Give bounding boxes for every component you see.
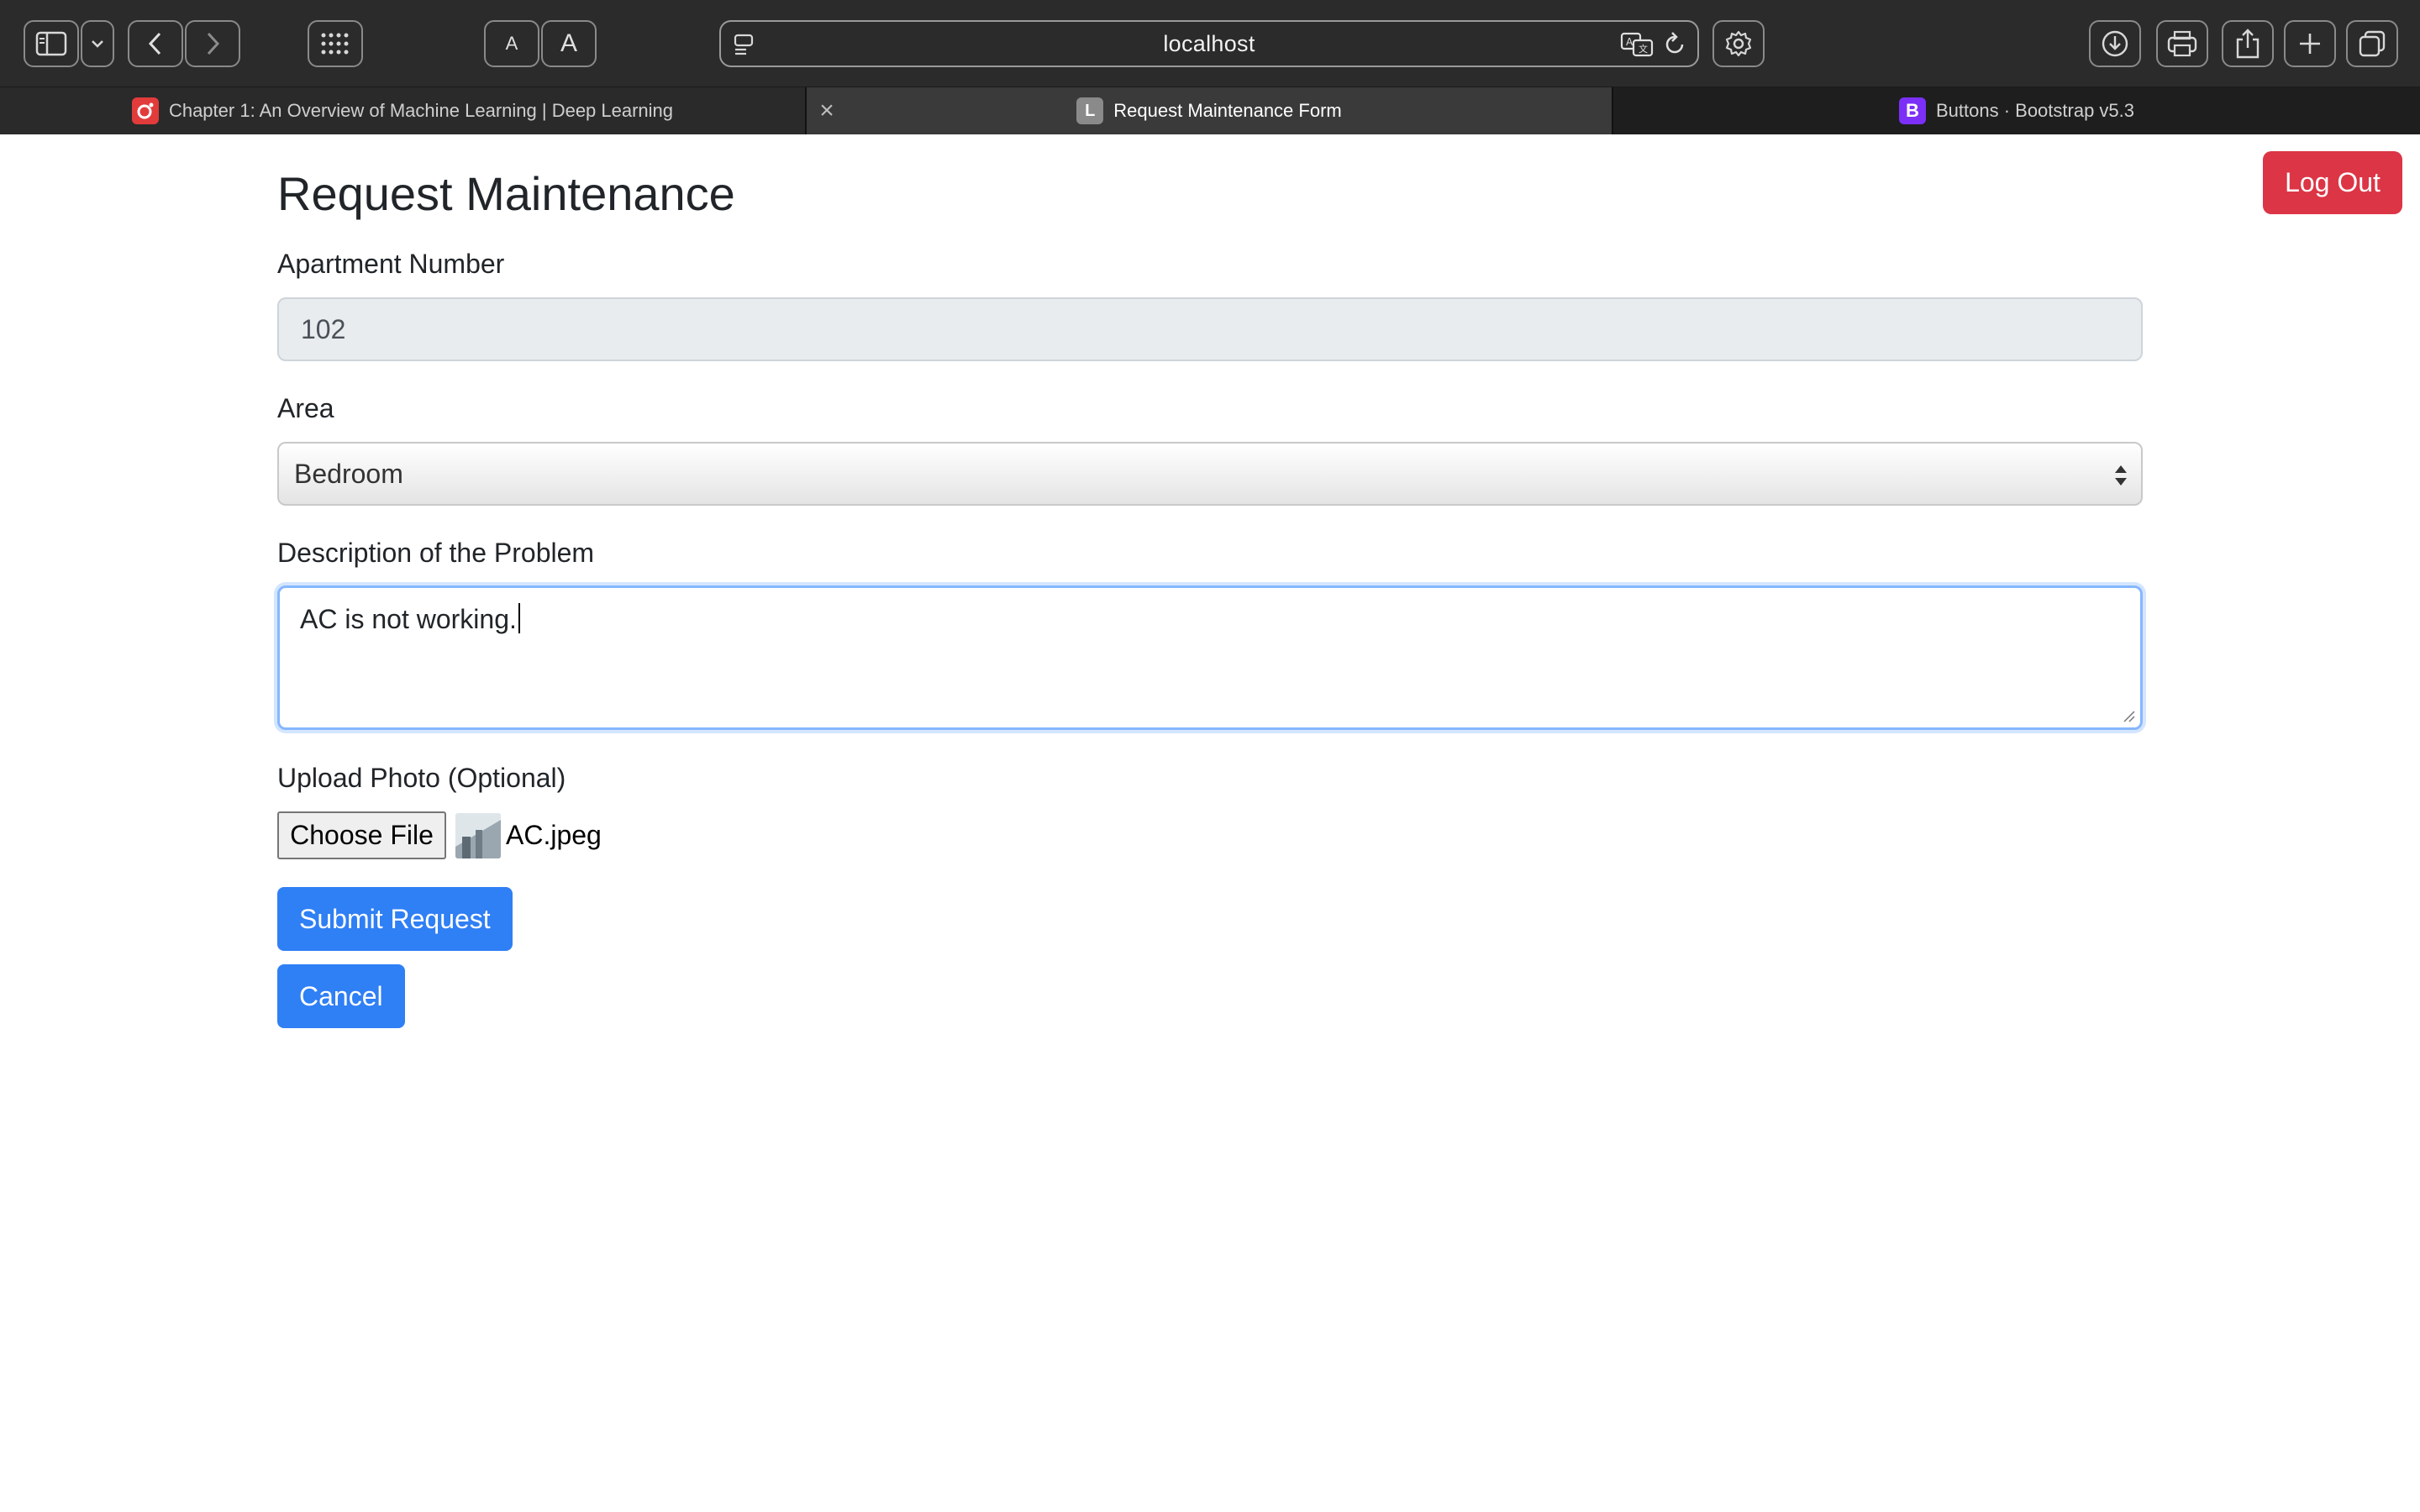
sidebar-menu-button[interactable] [81,20,114,67]
sidebar-toggle-button[interactable] [24,20,79,67]
form-container: Request Maintenance [277,168,2143,220]
settings-button[interactable] [1712,20,1765,67]
svg-text:A: A [1626,36,1634,48]
address-bar[interactable]: localhost A 文 [719,20,1699,67]
tab-request-maintenance[interactable]: L Request Maintenance Form [807,87,1612,134]
area-label: Area [277,393,334,423]
gear-icon [1725,30,1752,57]
description-label: Description of the Problem [277,538,595,568]
back-icon [148,32,161,55]
forward-button[interactable] [185,20,240,67]
tab-strip: Chapter 1: An Overview of Machine Learni… [0,87,2420,134]
reload-icon[interactable] [1662,31,1687,58]
tab-title: Chapter 1: An Overview of Machine Learni… [168,100,674,121]
font-decrease-button[interactable]: A [484,20,539,67]
cancel-button[interactable]: Cancel [277,964,405,1028]
forward-icon [207,32,220,55]
download-icon [2102,30,2128,57]
page-title: Request Maintenance [277,167,735,220]
resize-grip-icon[interactable] [2122,709,2135,722]
grid-icon [321,33,349,55]
area-selected-value: Bedroom [294,458,403,489]
tab-bootstrap-buttons[interactable]: B Buttons · Bootstrap v5.3 [1613,87,2420,134]
address-text: localhost [1163,30,1255,56]
font-increase-button[interactable]: A [541,20,597,67]
logout-button[interactable]: Log Out [2263,151,2402,214]
back-button[interactable] [128,20,183,67]
tab-chapter-1[interactable]: Chapter 1: An Overview of Machine Learni… [0,87,805,134]
oreilly-favicon-icon [131,97,159,124]
sidebar-icon [35,31,67,56]
apartment-number-label: Apartment Number [277,249,505,279]
text-caret [518,603,520,633]
browser-toolbar: A A localhost A 文 [0,0,2420,87]
start-page-button[interactable] [308,20,363,67]
submit-request-button[interactable]: Submit Request [277,887,513,951]
share-button[interactable] [2222,20,2274,67]
translate-icon[interactable]: A 文 [1620,31,1654,58]
description-textarea[interactable]: AC is not working. [277,585,2143,730]
selected-file-name: AC.jpeg [506,820,602,850]
tab-close-icon[interactable]: × [813,87,840,134]
page-menu-icon [734,34,754,55]
file-thumbnail-image [455,813,501,858]
tab-title: Buttons · Bootstrap v5.3 [1935,100,2135,121]
tab-overview-button[interactable] [2346,20,2398,67]
tabs-overview-icon [2359,30,2386,57]
apartment-number-input[interactable]: 102 [277,297,2143,361]
chevron-down-icon [92,40,103,48]
print-icon [2167,30,2197,57]
select-arrows-icon [2115,465,2127,486]
area-select[interactable]: Bedroom [277,442,2143,506]
share-icon [2236,29,2260,59]
letter-favicon-icon: L [1076,97,1104,124]
bootstrap-favicon-icon: B [1898,97,1926,124]
description-text: AC is not working. [300,604,517,634]
downloads-button[interactable] [2089,20,2141,67]
font-increase-label: A [560,29,577,57]
choose-file-button[interactable]: Choose File [277,811,446,859]
svg-text:文: 文 [1639,43,1648,55]
font-decrease-label: A [505,33,518,54]
upload-photo-label: Upload Photo (Optional) [277,763,566,793]
tab-title: Request Maintenance Form [1113,100,1342,121]
plus-icon [2300,34,2320,54]
new-tab-button[interactable] [2284,20,2336,67]
print-button[interactable] [2156,20,2208,67]
